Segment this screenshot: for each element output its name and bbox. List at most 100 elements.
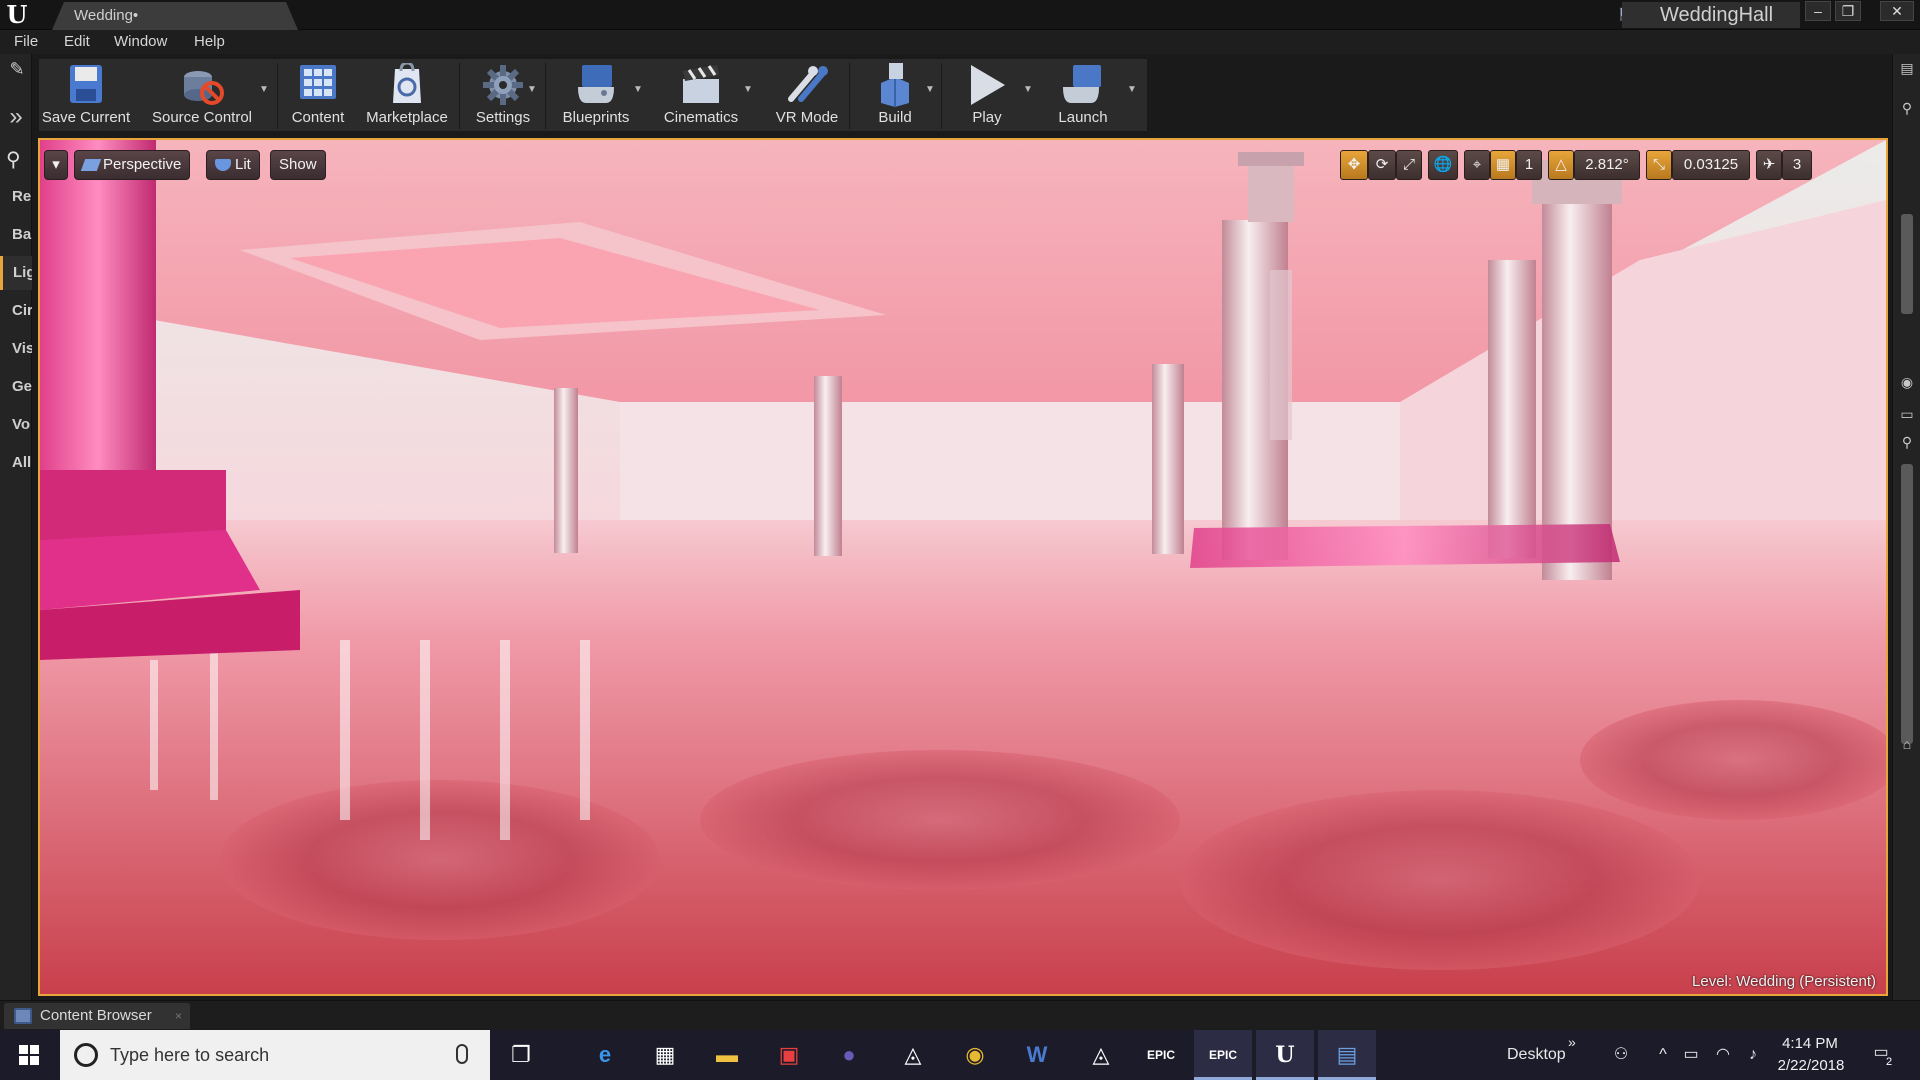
search-icon[interactable]: ⚲ <box>1897 432 1917 452</box>
task-view-button[interactable]: ❐ <box>492 1030 550 1080</box>
chevron-up-icon[interactable]: ^ <box>1652 1044 1674 1066</box>
scale-icon[interactable]: ⤢ <box>1396 150 1422 180</box>
gift-app[interactable]: ▣ <box>760 1030 818 1080</box>
content-button[interactable]: Content <box>283 59 353 133</box>
people-icon[interactable]: ⚇ <box>1610 1044 1632 1066</box>
place-tab-volumes[interactable]: Vo <box>0 408 32 442</box>
level-viewport[interactable]: ▾ Perspective Lit Show ✥ ⟳ ⤢ 🌐 ⌖ ▦ 1 △ 2… <box>38 138 1888 996</box>
edge-app[interactable]: e <box>576 1030 634 1080</box>
unreal-editor-app[interactable]: U <box>1256 1030 1314 1080</box>
search-icon[interactable]: ⚲ <box>1897 98 1917 118</box>
place-tab-recent[interactable]: Re <box>0 180 32 214</box>
epic-launcher-app-2[interactable]: EPIC <box>1194 1030 1252 1080</box>
vr-mode-button[interactable]: VR Mode <box>763 59 851 133</box>
epic-launcher-app[interactable]: EPIC <box>1132 1030 1190 1080</box>
chrome-app[interactable]: ◉ <box>946 1030 1004 1080</box>
taskbar-search-box[interactable]: Type here to search <box>60 1030 490 1080</box>
source-control-dropdown-icon[interactable]: ▼ <box>257 83 271 97</box>
play-dropdown-icon[interactable]: ▼ <box>1021 83 1035 97</box>
close-tab-icon[interactable]: × <box>175 1003 182 1029</box>
expand-panel-icon[interactable]: » <box>4 102 28 132</box>
level-document-tab[interactable]: Wedding• <box>52 2 298 30</box>
menu-window[interactable]: Window <box>114 30 167 54</box>
unity-app[interactable]: ◬ <box>884 1030 942 1080</box>
menu-edit[interactable]: Edit <box>64 30 90 54</box>
place-tab-geometry[interactable]: Ge <box>0 370 32 404</box>
place-mode-icon[interactable]: ✎ <box>6 58 28 80</box>
lit-mode-button[interactable]: Lit <box>206 150 260 180</box>
chevron-right-icon[interactable]: » <box>1568 1034 1576 1050</box>
marketplace-icon <box>393 63 421 103</box>
wedding-hall-scene[interactable] <box>40 140 1886 994</box>
unreal-engine-icon: U <box>1275 1042 1295 1068</box>
place-tab-lights[interactable]: Lig <box>0 256 32 290</box>
viewport-options-dropdown[interactable]: ▾ <box>44 150 68 180</box>
translate-icon[interactable]: ✥ <box>1340 150 1368 180</box>
marketplace-button[interactable]: Marketplace <box>357 59 457 133</box>
clock-time[interactable]: 4:14 PM <box>1782 1035 1838 1052</box>
close-button[interactable]: ✕ <box>1880 1 1914 21</box>
windows-start-icon[interactable] <box>0 1030 58 1080</box>
wifi-icon[interactable]: ◠ <box>1712 1044 1734 1066</box>
launch-dropdown-icon[interactable]: ▼ <box>1125 83 1139 97</box>
save-current-button[interactable]: Save Current <box>41 59 131 133</box>
content-browser-tab[interactable]: Content Browser × <box>4 1003 190 1029</box>
file-explorer-app[interactable]: ▬ <box>698 1030 756 1080</box>
play-icon <box>971 65 1005 105</box>
remote-app[interactable]: ▤ <box>1318 1030 1376 1080</box>
place-tab-basic[interactable]: Ba <box>0 218 32 252</box>
blueprints-button[interactable]: Blueprints <box>551 59 641 133</box>
surface-snap-icon[interactable]: ⌖ <box>1464 150 1490 180</box>
blueprints-controller-icon <box>578 65 614 103</box>
vr-mode-icon <box>788 66 828 102</box>
play-button[interactable]: Play <box>947 59 1027 133</box>
clock-date[interactable]: 2/22/2018 <box>1776 1057 1846 1074</box>
panel-tab-icon[interactable]: ▤ <box>1897 58 1917 78</box>
maximize-viewport-icon[interactable]: ▫ <box>1866 154 1880 168</box>
menu-help[interactable]: Help <box>194 30 225 54</box>
eclipse-app[interactable]: ● <box>820 1030 878 1080</box>
unreal-logo-icon[interactable]: U <box>4 2 30 28</box>
details-scrollbar[interactable] <box>1901 464 1913 744</box>
scale-snap-icon[interactable]: ⤡ <box>1646 150 1672 180</box>
unity-app-2[interactable]: ◬ <box>1072 1030 1130 1080</box>
eye-icon[interactable]: ◉ <box>1897 372 1917 392</box>
minimize-button[interactable]: – <box>1805 1 1831 21</box>
rotate-icon[interactable]: ⟳ <box>1368 150 1396 180</box>
launch-button[interactable]: Launch <box>1041 59 1125 133</box>
desktop-toolbar-label[interactable]: Desktop <box>1507 1030 1566 1080</box>
menu-file[interactable]: File <box>14 30 38 54</box>
battery-icon[interactable]: ▭ <box>1680 1044 1702 1066</box>
rotation-snap-icon[interactable]: △ <box>1548 150 1574 180</box>
word-app[interactable]: W <box>1008 1030 1066 1080</box>
show-flags-button[interactable]: Show <box>270 150 326 180</box>
scale-snap-value[interactable]: 0.03125 <box>1672 150 1750 180</box>
cinematics-button[interactable]: Cinematics <box>651 59 751 133</box>
main-toolbar: Save Current Source Control ▼ Content Ma… <box>38 58 1148 132</box>
perspective-button[interactable]: Perspective <box>74 150 191 180</box>
grid-size-value[interactable]: 1 <box>1516 150 1542 180</box>
place-tab-cinematic[interactable]: Cir <box>0 294 32 328</box>
world-space-icon[interactable]: 🌐 <box>1428 150 1458 180</box>
place-tab-visual-effects[interactable]: Vis <box>0 332 32 366</box>
rotation-snap-value[interactable]: 2.812° <box>1574 150 1640 180</box>
remote-desktop-icon: ▤ <box>1336 1042 1358 1067</box>
camera-speed-value[interactable]: 3 <box>1782 150 1812 180</box>
build-dropdown-icon[interactable]: ▼ <box>923 83 937 97</box>
volume-icon[interactable]: ♪ <box>1742 1044 1764 1066</box>
toolbar-separator <box>277 63 278 129</box>
microphone-icon[interactable] <box>456 1044 468 1064</box>
source-control-button[interactable]: Source Control <box>147 59 257 133</box>
blueprints-dropdown-icon[interactable]: ▼ <box>631 83 645 97</box>
store-app[interactable]: ▦ <box>636 1030 694 1080</box>
place-tab-all-classes[interactable]: All <box>0 446 32 480</box>
maximize-button[interactable]: ❐ <box>1835 1 1861 21</box>
search-icon[interactable]: ⚲ <box>6 148 30 172</box>
outliner-scrollbar[interactable] <box>1901 214 1913 314</box>
lock-icon[interactable]: ⌂ <box>1897 734 1917 754</box>
folder-icon[interactable]: ▭ <box>1897 404 1917 424</box>
camera-speed-icon[interactable]: ✈ <box>1756 150 1782 180</box>
grid-snap-icon[interactable]: ▦ <box>1490 150 1516 180</box>
cinematics-dropdown-icon[interactable]: ▼ <box>741 83 755 97</box>
settings-dropdown-icon[interactable]: ▼ <box>525 83 539 97</box>
